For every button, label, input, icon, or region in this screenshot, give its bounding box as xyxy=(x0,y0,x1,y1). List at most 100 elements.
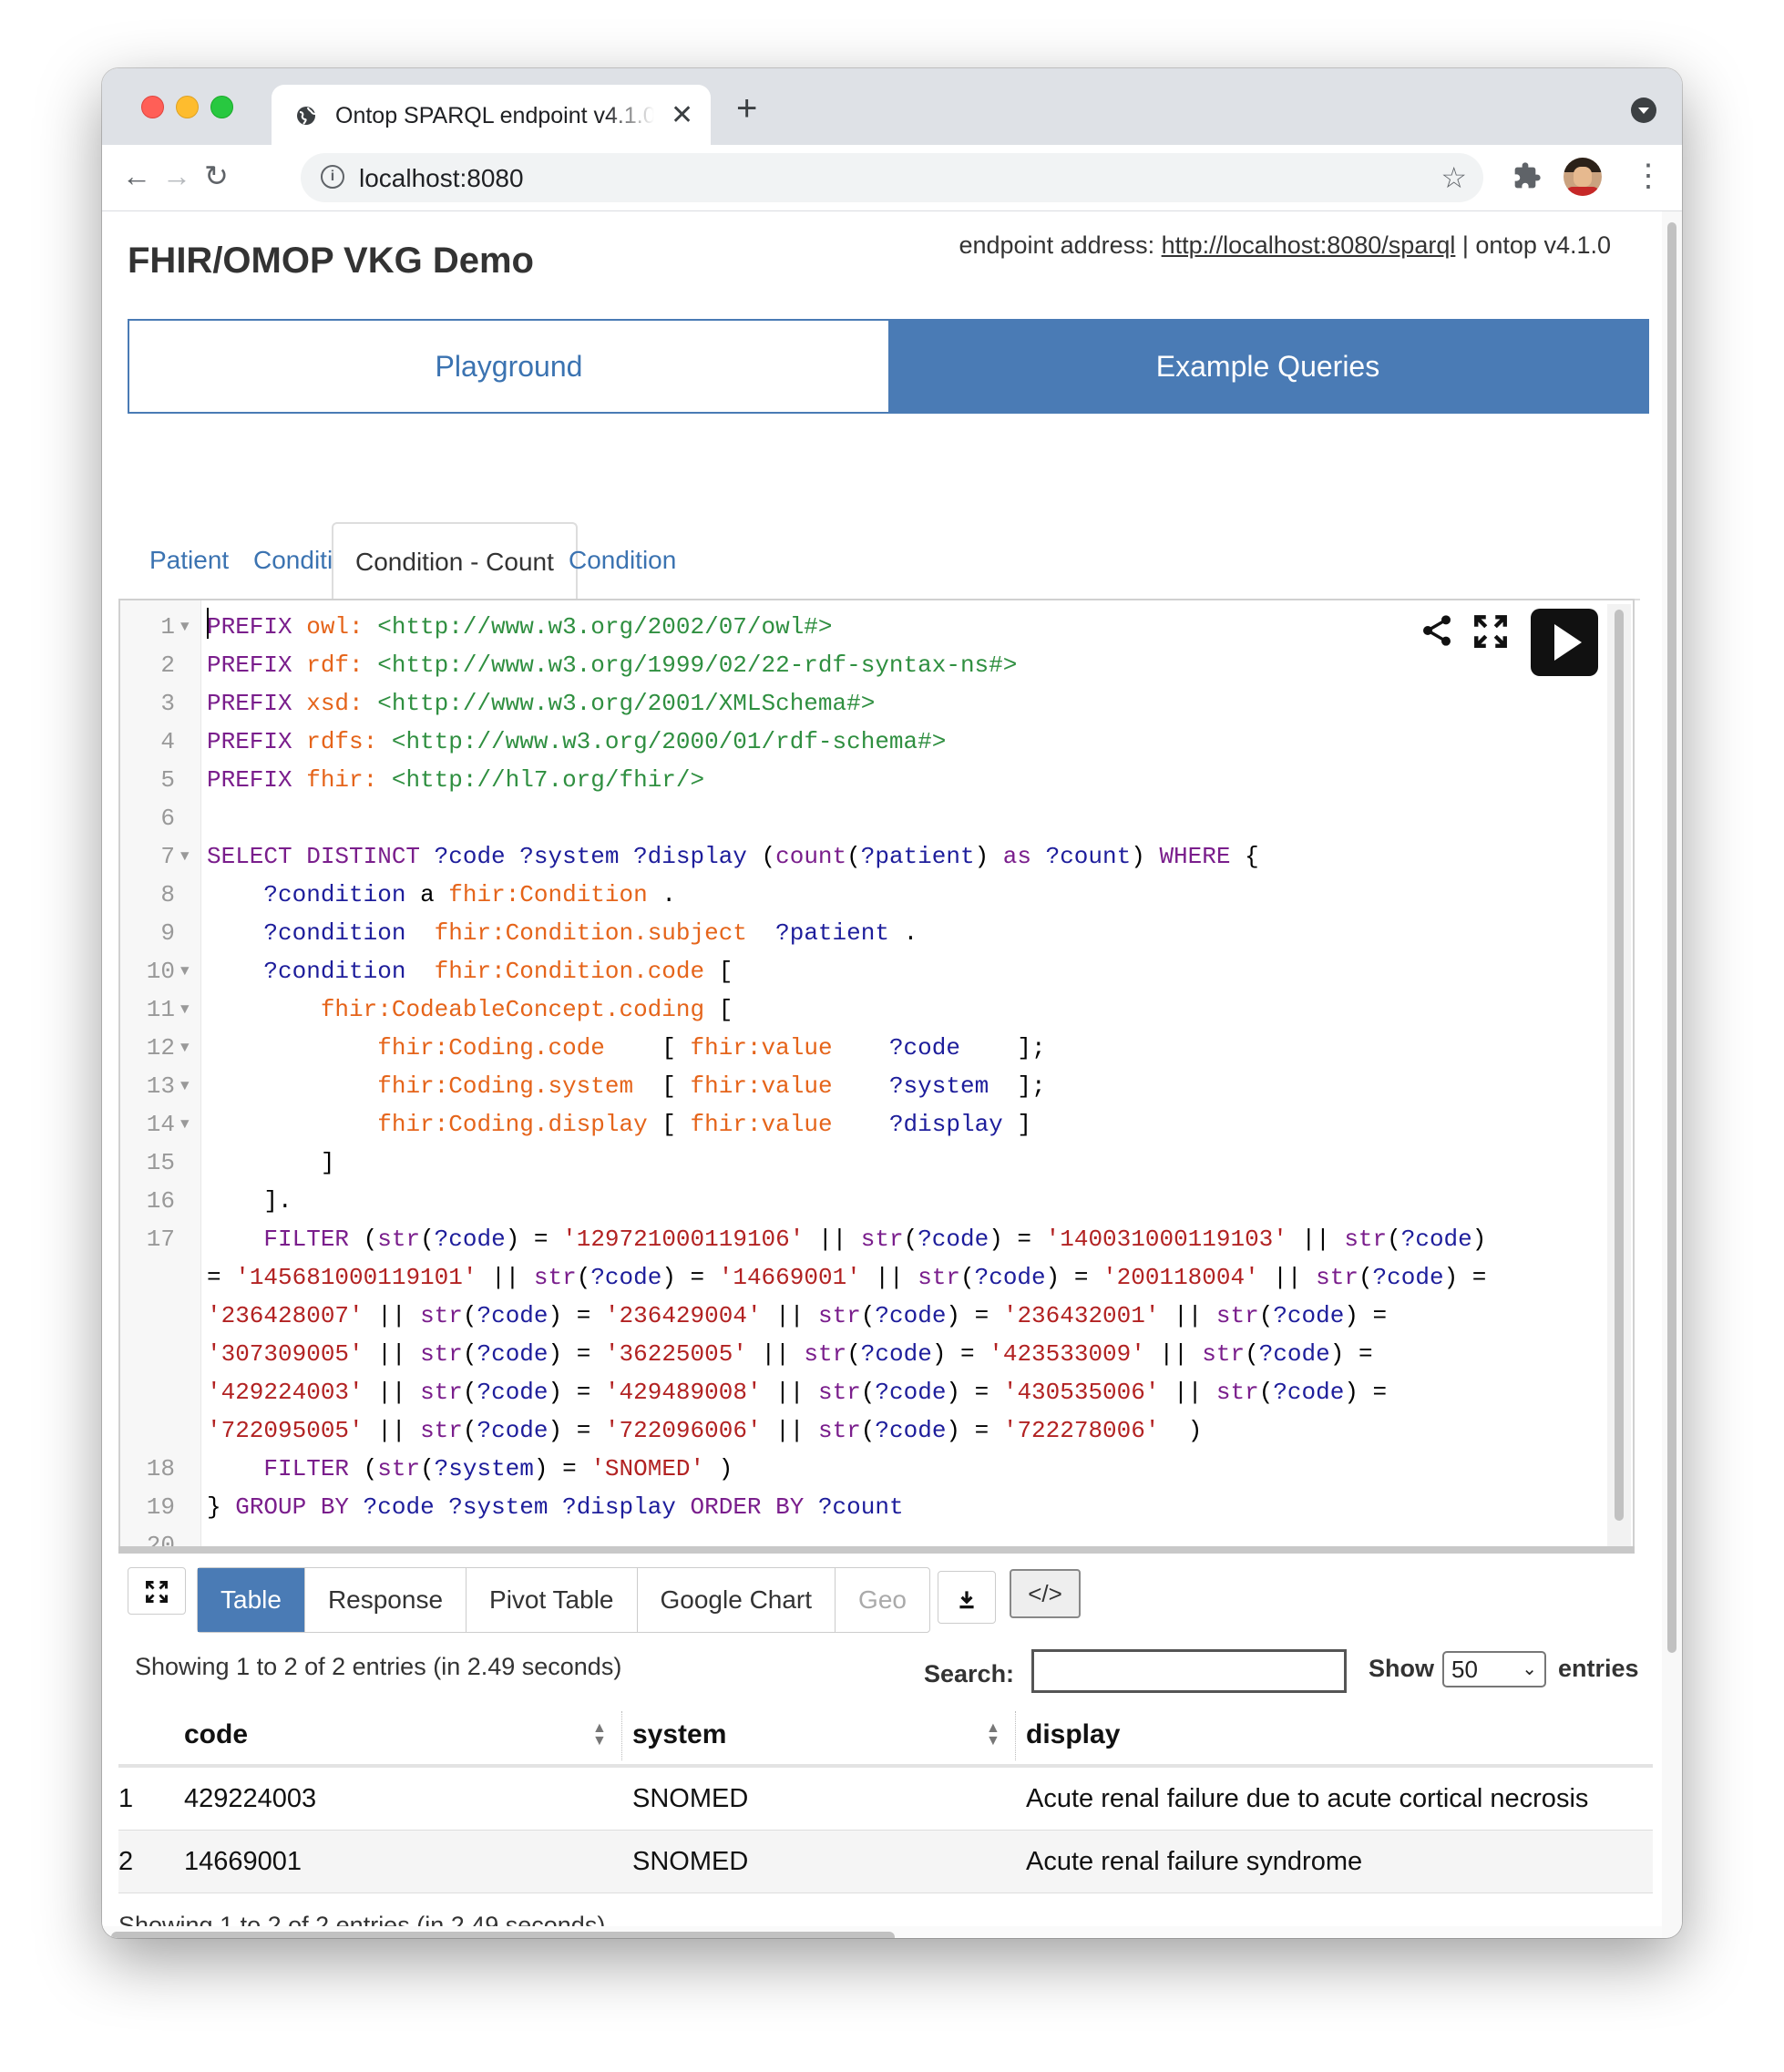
results-tab-pivot-table[interactable]: Pivot Table xyxy=(467,1568,638,1632)
embed-code-button[interactable]: </> xyxy=(1010,1569,1081,1618)
bookmark-star-icon[interactable]: ☆ xyxy=(1441,160,1467,195)
page-scrollbar[interactable] xyxy=(1662,211,1682,1938)
editor-resize-handle[interactable] xyxy=(118,1546,1635,1554)
column-header-system[interactable]: system xyxy=(632,1706,726,1764)
code-line[interactable]: '236428007' || str(?code) = '236429004' … xyxy=(120,1297,1605,1335)
code-token: '36225005' xyxy=(604,1340,747,1368)
share-icon[interactable] xyxy=(1419,612,1455,653)
code-line[interactable]: 7 ▼ SELECT DISTINCT ?code ?system ?display… xyxy=(120,837,1605,876)
code-line[interactable]: 6 xyxy=(120,799,1605,837)
query-tab-condition-2[interactable]: Condition xyxy=(547,522,698,597)
code-line[interactable]: 18 FILTER (str(?system) = 'SNOMED' ) xyxy=(120,1450,1605,1488)
fold-toggle-icon[interactable]: ▼ xyxy=(180,837,190,876)
code-line[interactable]: = '145681000119101' || str(?code) = '146… xyxy=(120,1258,1605,1297)
endpoint-link[interactable]: http://localhost:8080/sparql xyxy=(1162,231,1456,259)
code-token: ?code xyxy=(974,1264,1046,1291)
search-input[interactable] xyxy=(1031,1649,1347,1693)
fold-toggle-icon[interactable]: ▼ xyxy=(180,1029,190,1067)
tab-search-icon[interactable] xyxy=(1631,97,1656,123)
sort-icon[interactable]: ▲ ▼ xyxy=(592,1721,607,1749)
close-window-button[interactable] xyxy=(141,96,164,118)
code-line[interactable]: 12 ▼ fhir:Coding.code [ fhir:value ?code … xyxy=(120,1029,1605,1067)
code-lines[interactable]: 1 ▼ PREFIX owl: <http://www.w3.org/2002/07… xyxy=(120,608,1605,1552)
line-number: 9 xyxy=(160,919,175,947)
back-icon[interactable]: ← xyxy=(122,158,151,194)
fold-toggle-icon[interactable]: ▼ xyxy=(180,1105,190,1144)
code-line[interactable]: 8 ?condition a fhir:Condition . xyxy=(120,876,1605,914)
tab-example-queries[interactable]: Example Queries xyxy=(888,321,1647,412)
code-line[interactable]: 16 ]. xyxy=(120,1182,1605,1220)
fold-toggle-icon[interactable]: ▼ xyxy=(180,990,190,1029)
code-token: a xyxy=(420,881,449,908)
site-info-icon[interactable]: i xyxy=(321,165,344,189)
code-line[interactable]: 1 ▼ PREFIX owl: <http://www.w3.org/2002/07… xyxy=(120,608,1605,646)
code-token: ( xyxy=(1258,1379,1274,1406)
code-line[interactable]: '429224003' || str(?code) = '429489008' … xyxy=(120,1373,1605,1411)
horizontal-scrollbar[interactable] xyxy=(102,1926,1662,1938)
code-line[interactable]: 3 PREFIX xsd: <http://www.w3.org/2001/XML… xyxy=(120,684,1605,723)
column-header-code[interactable]: code xyxy=(184,1706,248,1764)
reload-icon[interactable]: ↻ xyxy=(204,158,229,194)
zoom-window-button[interactable] xyxy=(210,96,233,118)
code-line[interactable]: 17 FILTER (str(?code) = '129721000119106… xyxy=(120,1220,1605,1258)
code-token: ?code xyxy=(888,1034,1018,1062)
browser-menu-icon[interactable]: ⋮ xyxy=(1633,158,1664,194)
results-fullscreen-button[interactable] xyxy=(128,1567,186,1615)
query-tab-condition-count[interactable]: Condition - Count xyxy=(332,522,578,600)
page-size-select[interactable]: 50 ⌄ xyxy=(1442,1651,1546,1687)
query-editor[interactable]: 1 ▼ PREFIX owl: <http://www.w3.org/2002/07… xyxy=(118,599,1635,1554)
code-line[interactable]: '307309005' || str(?code) = '36225005' |… xyxy=(120,1335,1605,1373)
ontop-version: | ontop v4.1.0 xyxy=(1455,231,1611,259)
code-line[interactable]: 19} GROUP BY ?code ?system ?display ORDE… xyxy=(120,1488,1605,1526)
code-token: ( xyxy=(903,1226,918,1253)
column-header-display[interactable]: display xyxy=(1026,1706,1120,1764)
code-line[interactable]: 4 PREFIX rdfs: <http://www.w3.org/2000/01… xyxy=(120,723,1605,761)
code-line[interactable]: 10 ▼ ?condition fhir:Condition.code [ xyxy=(120,952,1605,990)
download-button[interactable] xyxy=(938,1571,996,1624)
code-token: '722095005' xyxy=(207,1417,364,1444)
code-text: fhir:Coding.display [ fhir:value ?displa… xyxy=(207,1105,1031,1144)
browser-tab[interactable]: Ontop SPARQL endpoint v4.1.0 ✕ xyxy=(272,85,711,145)
tab-playground[interactable]: Playground xyxy=(129,321,888,412)
code-line[interactable]: 13 ▼ fhir:Coding.system [ fhir:value ?sys… xyxy=(120,1067,1605,1105)
code-line[interactable]: 11 ▼ fhir:CodeableConcept.coding [ xyxy=(120,990,1605,1029)
code-line[interactable]: 15 ] xyxy=(120,1144,1605,1182)
results-info-top: Showing 1 to 2 of 2 entries (in 2.49 sec… xyxy=(135,1653,622,1680)
new-tab-icon[interactable]: + xyxy=(736,90,757,127)
line-number: 19 xyxy=(146,1493,175,1521)
code-text: ] xyxy=(207,1144,335,1182)
fold-toggle-icon[interactable]: ▼ xyxy=(180,608,190,646)
code-text: FILTER (str(?system) = 'SNOMED' ) xyxy=(207,1450,733,1488)
forward-icon[interactable]: → xyxy=(162,158,191,194)
code-token: ( xyxy=(462,1340,477,1368)
fold-toggle-icon[interactable]: ▼ xyxy=(180,952,190,990)
address-bar[interactable]: i localhost:8080 ☆ xyxy=(301,153,1483,202)
results-tab-geo[interactable]: Geo xyxy=(836,1568,929,1632)
code-line[interactable]: 9 ?condition fhir:Condition.subject ?pat… xyxy=(120,914,1605,952)
results-tab-google-chart[interactable]: Google Chart xyxy=(638,1568,836,1632)
close-tab-icon[interactable]: ✕ xyxy=(671,99,693,131)
code-token: ?system xyxy=(888,1072,1018,1100)
code-token: ) = xyxy=(989,1226,1046,1253)
run-query-button[interactable] xyxy=(1531,609,1598,676)
code-token: '140031000119103' xyxy=(1045,1226,1287,1253)
code-line[interactable]: 5 PREFIX fhir: <http://hl7.org/fhir/> xyxy=(120,761,1605,799)
profile-avatar[interactable] xyxy=(1564,158,1602,196)
code-token: WHERE xyxy=(1159,843,1246,870)
code-text: '307309005' || str(?code) = '36225005' |… xyxy=(207,1335,1373,1373)
code-line[interactable]: 2 PREFIX rdf: <http://www.w3.org/1999/02/… xyxy=(120,646,1605,684)
minimize-window-button[interactable] xyxy=(176,96,199,118)
code-token: ) = xyxy=(931,1340,989,1368)
fold-toggle-icon[interactable]: ▼ xyxy=(180,1067,190,1105)
results-tab-table[interactable]: Table xyxy=(198,1568,305,1632)
code-token: [ xyxy=(718,958,733,985)
fullscreen-icon[interactable] xyxy=(1471,612,1510,655)
editor-scrollbar[interactable] xyxy=(1607,604,1631,1548)
sort-icon[interactable]: ▲ ▼ xyxy=(986,1721,1000,1749)
code-token: || xyxy=(804,1226,861,1253)
code-token: ] xyxy=(207,1149,335,1176)
results-tab-response[interactable]: Response xyxy=(305,1568,467,1632)
extensions-icon[interactable] xyxy=(1512,161,1542,195)
code-line[interactable]: 14 ▼ fhir:Coding.display [ fhir:value ?di… xyxy=(120,1105,1605,1144)
code-line[interactable]: '722095005' || str(?code) = '722096006' … xyxy=(120,1411,1605,1450)
